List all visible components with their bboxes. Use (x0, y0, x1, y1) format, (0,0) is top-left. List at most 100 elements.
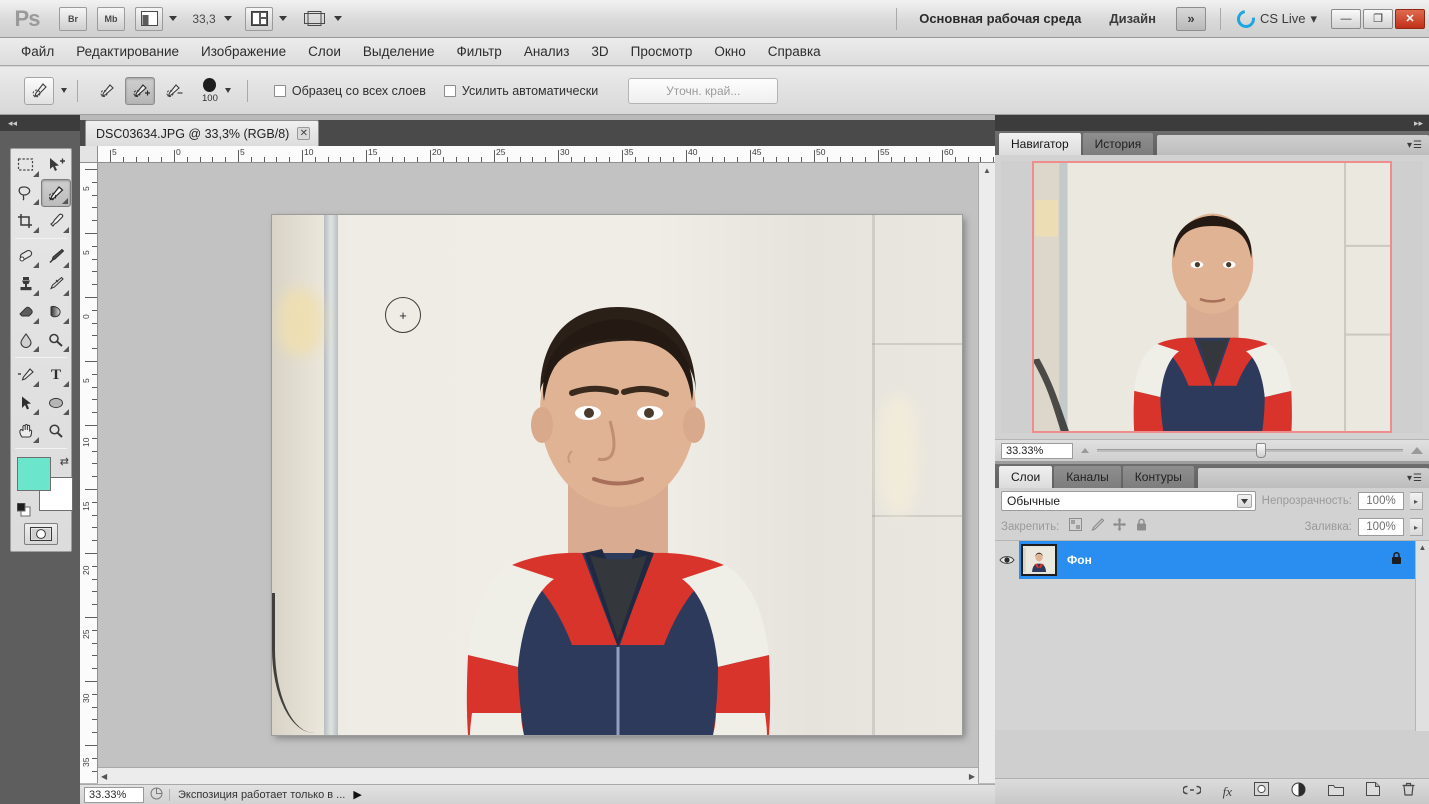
menu-item-edit[interactable]: Редактирование (65, 40, 190, 63)
menu-item-filter[interactable]: Фильтр (445, 40, 512, 63)
navigator-zoom-slider[interactable] (1097, 443, 1403, 458)
arrange-documents-button[interactable] (240, 0, 295, 38)
tool-preset-picker[interactable] (22, 72, 69, 110)
move-tool[interactable] (41, 151, 71, 179)
brush-size-caret-icon[interactable] (224, 88, 231, 93)
menu-item-3d[interactable]: 3D (580, 40, 619, 63)
table-row[interactable]: Фон (995, 541, 1429, 579)
layers-panel-menu-icon[interactable]: ▾☰ (1407, 473, 1423, 484)
rectangular-marquee-tool[interactable] (11, 151, 41, 179)
menu-item-file[interactable]: Файл (10, 40, 65, 63)
quick-mask-button[interactable] (24, 523, 58, 545)
lock-transparent-pixels-icon[interactable] (1069, 518, 1083, 536)
blur-tool[interactable] (11, 326, 41, 354)
cs-live-button[interactable]: CS Live ▾ (1229, 5, 1325, 32)
menu-item-window[interactable]: Окно (703, 40, 756, 63)
menu-item-select[interactable]: Выделение (352, 40, 446, 63)
zoom-in-icon[interactable] (1411, 447, 1423, 454)
tab-channels[interactable]: Каналы (1054, 466, 1121, 488)
refine-edge-button[interactable]: Уточн. край... (628, 77, 779, 104)
zoom-tool[interactable] (41, 417, 71, 445)
brush-tool[interactable] (41, 242, 71, 270)
ruler-corner[interactable] (80, 146, 98, 163)
gradient-tool[interactable] (41, 298, 71, 326)
menu-item-view[interactable]: Просмотр (620, 40, 704, 63)
new-adjustment-layer-icon[interactable] (1291, 782, 1306, 802)
clone-stamp-tool[interactable] (11, 270, 41, 298)
chevron-down-icon[interactable] (1236, 494, 1252, 508)
layer-scroll-up-icon[interactable]: ▲ (1416, 541, 1429, 552)
navigator-zoom-field[interactable]: 33.33% (1001, 442, 1073, 459)
new-layer-icon[interactable] (1366, 782, 1380, 801)
dodge-tool[interactable] (41, 326, 71, 354)
vertical-ruler[interactable]: 550510152025303540 (80, 163, 98, 783)
path-selection-tool[interactable] (11, 389, 41, 417)
zoom-out-icon[interactable] (1081, 448, 1089, 453)
screen-mode-button[interactable] (295, 0, 350, 38)
view-extras-button[interactable] (130, 0, 185, 38)
lock-image-pixels-icon[interactable] (1091, 518, 1105, 536)
close-button[interactable]: ✕ (1395, 8, 1425, 29)
menu-item-analysis[interactable]: Анализ (513, 40, 581, 63)
layer-name[interactable]: Фон (1067, 553, 1092, 567)
document-image[interactable]: + (272, 215, 962, 735)
subtract-from-selection-button[interactable] (158, 77, 188, 105)
opacity-stepper[interactable]: ▸ (1410, 492, 1423, 510)
menu-item-help[interactable]: Справка (757, 40, 832, 63)
quick-selection-tool[interactable] (40, 179, 71, 207)
minimize-button[interactable]: — (1331, 8, 1361, 29)
status-menu-arrow-icon[interactable]: ▶ (353, 788, 361, 801)
dock-expand-button[interactable]: ▸▸ (995, 115, 1429, 131)
blend-mode-select[interactable]: Обычные (1001, 491, 1256, 511)
tab-history[interactable]: История (1082, 133, 1154, 155)
status-zoom-field[interactable]: 33.33% (84, 786, 144, 803)
tab-paths[interactable]: Контуры (1122, 466, 1194, 488)
document-tab[interactable]: DSC03634.JPG @ 33,3% (RGB/8) ✕ (85, 120, 320, 146)
menu-item-layer[interactable]: Слои (297, 40, 352, 63)
eraser-tool[interactable] (11, 298, 41, 326)
layer-style-fx-icon[interactable]: fx (1223, 784, 1232, 800)
sample-all-layers-checkbox[interactable]: Образец со всех слоев (273, 84, 426, 98)
scroll-left-icon[interactable]: ◀ (101, 772, 107, 781)
lasso-tool[interactable] (11, 179, 41, 207)
pen-tool[interactable] (11, 361, 41, 389)
new-group-icon[interactable] (1328, 783, 1344, 801)
new-selection-button[interactable] (92, 77, 122, 105)
tab-layers[interactable]: Слои (999, 466, 1053, 488)
navigator-view-box[interactable] (1032, 161, 1392, 433)
horizontal-ruler[interactable]: 5 0 5 10 15 20 25 30 35 40 45 50 55 60 (98, 146, 995, 163)
navigator-panel-menu-icon[interactable]: ▾☰ (1407, 140, 1423, 151)
horizontal-type-tool[interactable]: T (41, 361, 71, 389)
delete-layer-icon[interactable] (1402, 782, 1415, 801)
workspace-essentials[interactable]: Основная рабочая среда (905, 11, 1095, 26)
hand-tool[interactable] (11, 417, 41, 445)
eyedropper-tool[interactable] (41, 207, 71, 235)
add-layer-mask-icon[interactable] (1254, 782, 1269, 801)
scroll-right-icon[interactable]: ▶ (969, 772, 975, 781)
workspace-more-button[interactable]: » (1175, 6, 1206, 31)
maximize-restore-button[interactable]: ❐ (1363, 8, 1393, 29)
link-layers-icon[interactable] (1181, 783, 1202, 801)
add-to-selection-button[interactable] (125, 76, 155, 105)
fill-stepper[interactable]: ▸ (1410, 518, 1423, 536)
canvas[interactable]: + (98, 163, 978, 783)
tab-navigator[interactable]: Навигатор (999, 133, 1081, 155)
layer-list-scrollbar[interactable]: ▲ (1415, 541, 1429, 731)
spot-healing-brush-tool[interactable] (11, 242, 41, 270)
navigator-zoom-handle[interactable] (1256, 443, 1267, 458)
launch-mini-bridge-button[interactable]: Mb (92, 0, 130, 38)
close-icon[interactable]: ✕ (297, 127, 311, 140)
zoom-level-field[interactable]: 33,3 (185, 0, 240, 38)
canvas-horizontal-scrollbar[interactable]: ◀ ▶ (98, 767, 978, 784)
scroll-up-icon[interactable]: ▲ (979, 163, 995, 177)
fill-value[interactable]: 100% (1358, 518, 1404, 536)
workspace-design[interactable]: Дизайн (1095, 11, 1170, 26)
lock-all-icon[interactable] (1135, 518, 1148, 536)
menu-item-image[interactable]: Изображение (190, 40, 297, 63)
opacity-value[interactable]: 100% (1358, 492, 1404, 510)
auto-enhance-checkbox[interactable]: Усилить автоматически (443, 84, 598, 98)
history-brush-tool[interactable] (41, 270, 71, 298)
crop-tool[interactable] (11, 207, 41, 235)
launch-bridge-button[interactable]: Br (54, 0, 92, 38)
navigator-thumbnail[interactable] (1001, 161, 1423, 433)
